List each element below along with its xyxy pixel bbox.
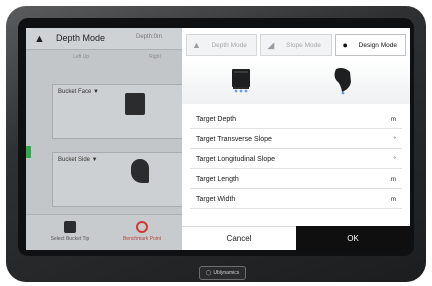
target-longitudinal-slope-field[interactable]: Target Longitudinal Slope °: [190, 150, 402, 169]
slope-icon: ◢: [267, 39, 275, 50]
ok-button[interactable]: OK: [296, 226, 410, 250]
indicator-bar: [26, 146, 31, 158]
bucket-side-icon: [334, 68, 351, 95]
target-width-unit: m: [390, 195, 396, 203]
excavator-icon: ▲: [192, 40, 201, 50]
target-length-unit: m: [390, 175, 396, 183]
tab-design-mode[interactable]: ● Design Mode: [334, 34, 406, 56]
target-fields: Target Depth m Target Transverse Slope °…: [190, 110, 402, 210]
tab-slope-mode[interactable]: ◢ Slope Mode: [260, 34, 332, 56]
bucket-face-icon: [125, 93, 145, 115]
target-longitudinal-slope-label: Target Longitudinal Slope: [196, 155, 276, 163]
target-longitudinal-slope-unit: °: [393, 155, 396, 163]
target-length-field[interactable]: Target Length m: [190, 170, 402, 189]
target-depth-label: Target Depth: [196, 115, 237, 123]
hardhat-icon: ●: [342, 40, 348, 50]
device-brand-label: Ublynamics: [213, 270, 240, 276]
cancel-button[interactable]: Cancel: [182, 226, 296, 250]
target-depth-field[interactable]: Target Depth m: [190, 110, 402, 129]
logo-icon: ◯: [205, 270, 212, 276]
background-sub-label-left: Left Up: [72, 54, 90, 60]
mode-dialog: ▲ Depth Mode ◢ Slope Mode ● Design Mode: [182, 28, 410, 250]
bucket-side-panel[interactable]: Bucket Side ▼: [52, 152, 192, 207]
background-depth-readout: Depth:0m: [136, 34, 163, 40]
tab-depth-mode-label: Depth Mode: [211, 41, 247, 49]
target-width-label: Target Width: [196, 195, 236, 203]
target-depth-unit: m: [390, 115, 396, 123]
excavator-icon: ▲: [34, 33, 45, 45]
benchmark-point-label: Benchmark Point: [122, 236, 162, 242]
bucket-face-panel[interactable]: Bucket Face ▼: [52, 84, 192, 139]
bucket-face-label: Bucket Face ▼: [58, 89, 99, 95]
tablet-device: ▲ Depth Mode Depth:0m Left Up Right Buck…: [6, 6, 426, 282]
device-brand-badge: ◯ Ublynamics: [199, 266, 246, 280]
tab-design-mode-label: Design Mode: [358, 41, 397, 49]
target-transverse-slope-unit: °: [393, 135, 396, 143]
bucket-face-icon: [232, 69, 250, 93]
tab-depth-mode[interactable]: ▲ Depth Mode: [186, 34, 258, 56]
bucket-side-label: Bucket Side ▼: [58, 157, 98, 163]
select-bucket-tip-label: Select Bucket Tip: [50, 236, 90, 242]
mode-tabs: ▲ Depth Mode ◢ Slope Mode ● Design Mode: [182, 34, 410, 60]
bucket-tip-icon: [64, 221, 76, 233]
dialog-actions: Cancel OK: [182, 226, 410, 250]
target-width-field[interactable]: Target Width m: [190, 190, 402, 209]
target-length-label: Target Length: [196, 175, 239, 183]
background-mode-title: Depth Mode: [56, 33, 106, 43]
bucket-side-icon: [131, 159, 149, 183]
select-bucket-tip-button[interactable]: Select Bucket Tip: [40, 221, 100, 242]
tab-slope-mode-label: Slope Mode: [286, 41, 321, 49]
benchmark-icon: [136, 221, 148, 233]
background-sub-label-right: Right: [149, 54, 161, 60]
target-transverse-slope-label: Target Transverse Slope: [196, 135, 272, 143]
target-transverse-slope-field[interactable]: Target Transverse Slope °: [190, 130, 402, 149]
benchmark-point-button[interactable]: Benchmark Point: [112, 221, 172, 242]
screen: ▲ Depth Mode Depth:0m Left Up Right Buck…: [26, 28, 410, 250]
bucket-preview: [182, 60, 410, 104]
